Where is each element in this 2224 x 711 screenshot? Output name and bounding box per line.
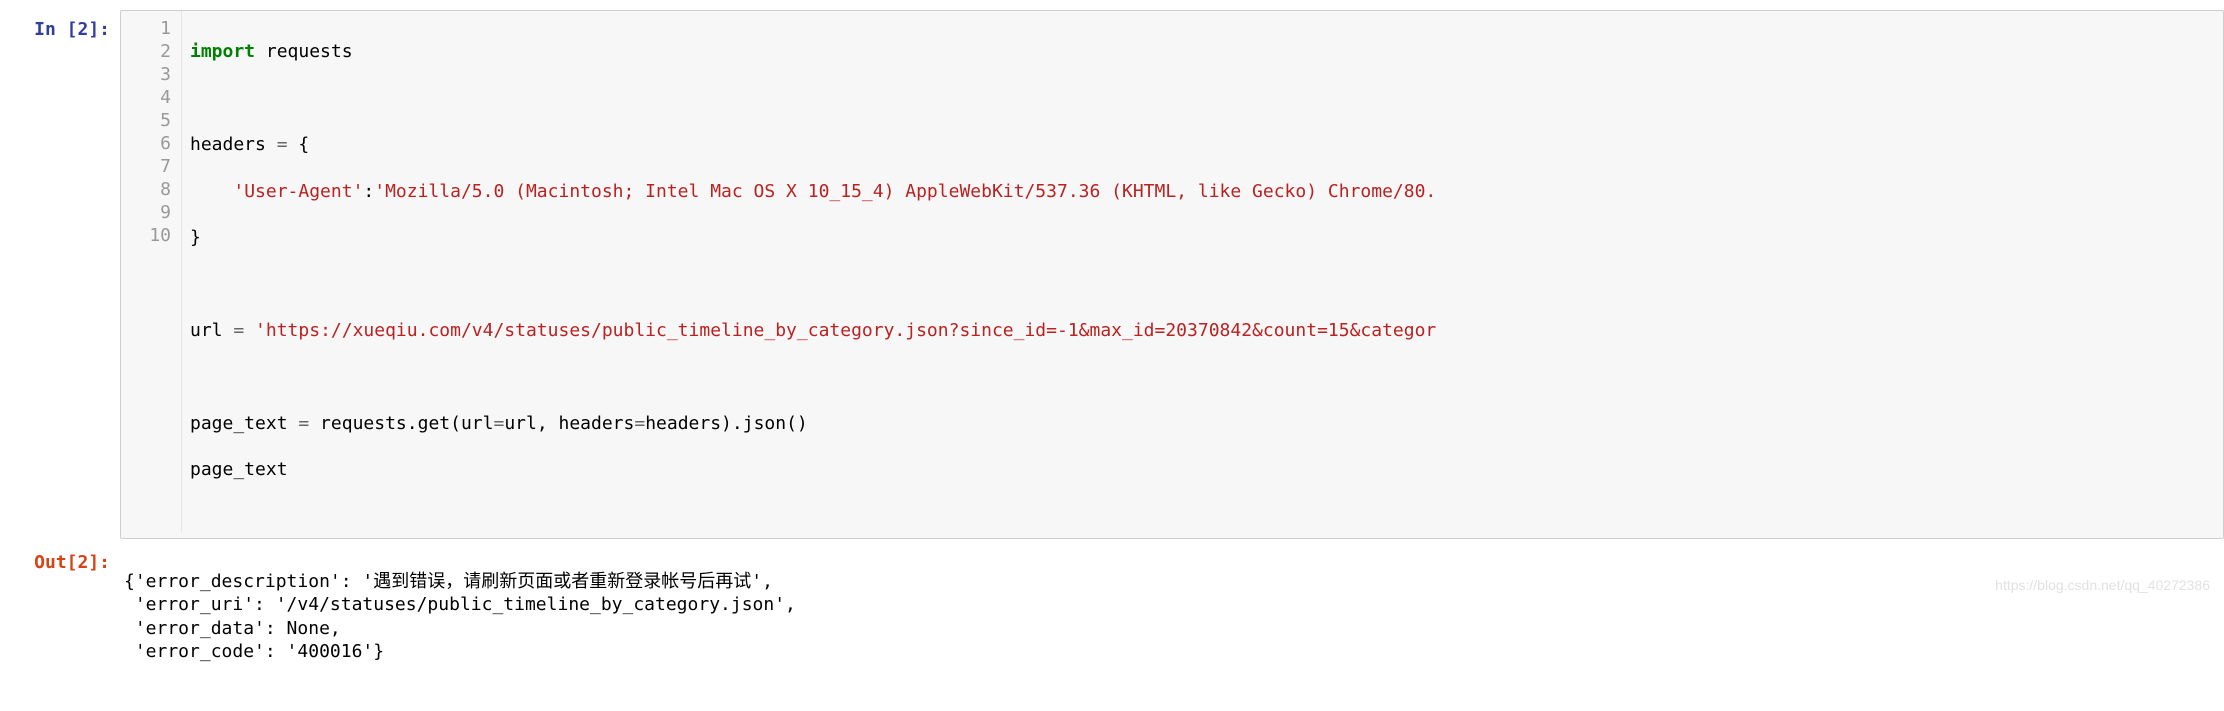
colon: :: [363, 181, 374, 202]
input-area: 1 2 3 4 5 6 7 8 9 10 import requests hea…: [120, 10, 2224, 539]
var-pagetext: page_text: [190, 413, 298, 434]
keyword-import: import: [190, 41, 255, 62]
gutter-line: 6: [121, 132, 171, 155]
string-key: 'User-Agent': [233, 181, 363, 202]
gutter-line: 4: [121, 86, 171, 109]
var-headers: headers: [190, 134, 277, 155]
output-area: {'error_description': '遇到错误，请刷新页面或者重新登录帐…: [120, 543, 2224, 687]
arg-url: url, headers: [504, 413, 634, 434]
code-line[interactable]: headers = {: [190, 133, 2215, 156]
code-area[interactable]: 1 2 3 4 5 6 7 8 9 10 import requests hea…: [121, 11, 2223, 532]
call-requests: requests: [309, 413, 407, 434]
brace-open: {: [288, 134, 310, 155]
gutter-line: 5: [121, 109, 171, 132]
output-line: {'error_description': '遇到错误，请刷新页面或者重新登录帐…: [124, 571, 773, 592]
line-gutter: 1 2 3 4 5 6 7 8 9 10: [121, 11, 181, 532]
indent: [190, 181, 233, 202]
string-value: 'Mozilla/5.0 (Macintosh; Intel Mac OS X …: [374, 181, 1436, 202]
brace-close: }: [190, 227, 201, 248]
arg-headers: headers): [645, 413, 732, 434]
gutter-line: 1: [121, 17, 171, 40]
operator-eq: =: [277, 134, 288, 155]
code-line-blank[interactable]: [190, 272, 2215, 295]
input-prompt: In [2]:: [0, 10, 120, 539]
call-get: .get(url: [407, 413, 494, 434]
code-line[interactable]: import requests: [190, 40, 2215, 63]
operator-eq: =: [298, 413, 309, 434]
gutter-line: 8: [121, 178, 171, 201]
output-cell: Out[2]: {'error_description': '遇到错误，请刷新页…: [0, 543, 2224, 687]
code-editor[interactable]: import requests headers = { 'User-Agent'…: [181, 11, 2223, 532]
module-name: requests: [255, 41, 353, 62]
code-line[interactable]: page_text: [190, 458, 2215, 481]
output-line: 'error_code': '400016'}: [124, 641, 384, 662]
call-json: .json(): [732, 413, 808, 434]
code-line-blank[interactable]: [190, 365, 2215, 388]
gutter-line: 9: [121, 201, 171, 224]
operator-eq: =: [233, 320, 244, 341]
gutter-line: 3: [121, 63, 171, 86]
code-line[interactable]: page_text = requests.get(url=url, header…: [190, 412, 2215, 435]
var-url: url: [190, 320, 233, 341]
gutter-line: 10: [121, 224, 171, 247]
input-cell: In [2]: 1 2 3 4 5 6 7 8 9 10 import requ…: [0, 10, 2224, 539]
code-line[interactable]: url = 'https://xueqiu.com/v4/statuses/pu…: [190, 319, 2215, 342]
code-line-blank[interactable]: [190, 87, 2215, 110]
string-url: 'https://xueqiu.com/v4/statuses/public_t…: [255, 320, 1436, 341]
notebook: In [2]: 1 2 3 4 5 6 7 8 9 10 import requ…: [0, 0, 2224, 711]
operator-eq: =: [634, 413, 645, 434]
output-prompt: Out[2]:: [0, 543, 120, 687]
expr-pagetext: page_text: [190, 459, 288, 480]
output-line: 'error_data': None,: [124, 618, 341, 639]
code-line[interactable]: }: [190, 226, 2215, 249]
output-line: 'error_uri': '/v4/statuses/public_timeli…: [124, 594, 796, 615]
operator-eq: =: [493, 413, 504, 434]
gutter-line: 2: [121, 40, 171, 63]
code-line[interactable]: 'User-Agent':'Mozilla/5.0 (Macintosh; In…: [190, 180, 2215, 203]
gutter-line: 7: [121, 155, 171, 178]
